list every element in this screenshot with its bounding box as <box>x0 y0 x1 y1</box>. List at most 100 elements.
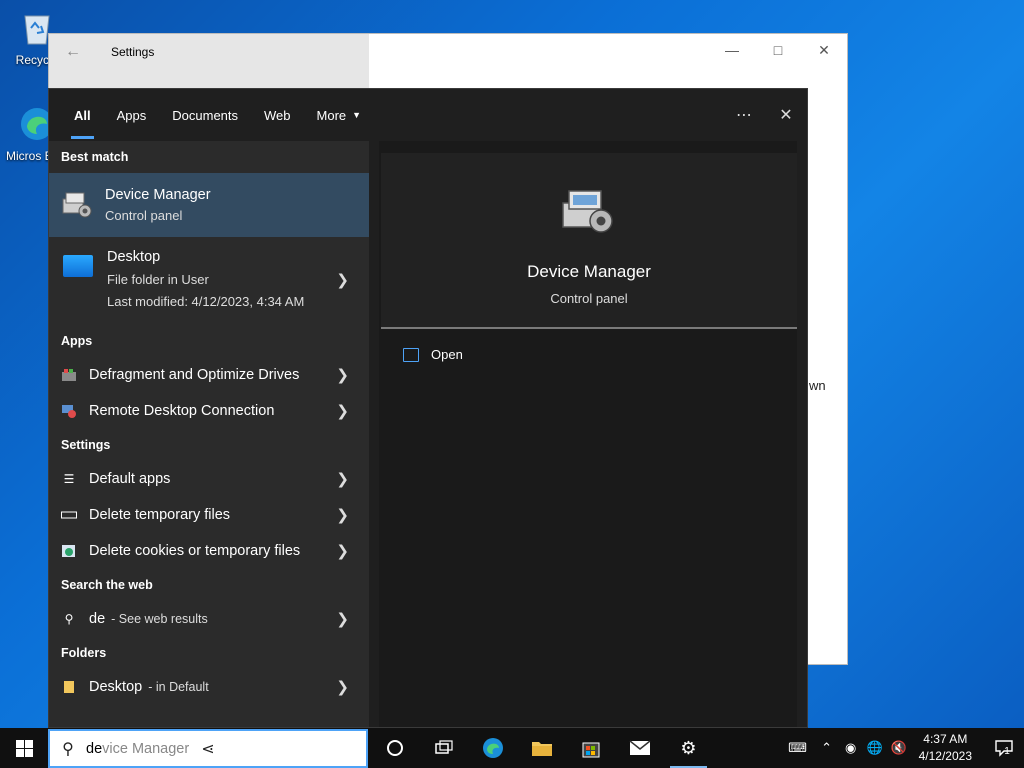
result-subtitle: Control panel <box>105 208 183 223</box>
chevron-right-icon[interactable]: ❯ <box>336 610 349 628</box>
chevron-right-icon[interactable]: ❯ <box>336 402 349 420</box>
result-web-search[interactable]: ⚲ de - See web results ❯ <box>49 601 369 637</box>
tab-label: More <box>316 107 347 123</box>
group-header-apps: Apps <box>61 334 93 348</box>
group-header-folders: Folders <box>61 646 107 660</box>
result-delete-temp-files[interactable]: Delete temporary files ❯ <box>49 497 369 533</box>
result-desktop-folder[interactable]: Desktop File folder in User Last modifie… <box>49 237 369 325</box>
close-search-icon[interactable]: ✕ <box>765 89 807 141</box>
settings-text-snippet: wn <box>809 378 826 393</box>
close-icon[interactable]: ✕ <box>801 34 847 66</box>
windows-logo-icon <box>15 739 33 757</box>
notification-count: 1 <box>1004 745 1010 757</box>
folder-name: Desktop <box>89 679 143 695</box>
file-explorer-icon[interactable] <box>517 728 566 768</box>
device-manager-large-icon <box>562 190 613 233</box>
clock[interactable]: 4:37 AM 4/12/2023 <box>911 731 980 765</box>
mail-icon[interactable] <box>615 728 664 768</box>
result-label: Remote Desktop Connection <box>89 403 275 419</box>
text-cursor-icon: ⋖ <box>201 740 215 758</box>
result-title: Device Manager <box>105 187 211 203</box>
storage-icon <box>61 507 77 523</box>
open-icon <box>403 347 419 362</box>
taskbar-apps: ⚙ <box>370 728 713 768</box>
result-default-apps[interactable]: ☰ Default apps ❯ <box>49 461 369 497</box>
volume-muted-icon[interactable]: 🔇 <box>887 740 911 756</box>
chevron-right-icon[interactable]: ❯ <box>336 271 349 289</box>
best-match-device-manager[interactable]: Device Manager Control panel <box>49 173 369 237</box>
defrag-icon <box>61 367 77 383</box>
folder-icon <box>61 679 77 695</box>
preview-header: Device Manager Control panel <box>381 153 797 329</box>
internet-options-icon <box>61 543 77 559</box>
webcam-icon[interactable]: ◉ <box>839 740 863 756</box>
remote-desktop-icon <box>61 403 77 419</box>
search-scope-bar: All Apps Documents Web More ▼ ⋯ ✕ <box>49 89 807 141</box>
scope-actions: ⋯ ✕ <box>723 89 807 141</box>
result-label: Default apps <box>89 471 171 487</box>
taskbar: ⚲ device Manager ⋖ ⚙ ⌨ ⌃ ◉ 🌐 🔇 4:37 AM <box>0 728 1024 768</box>
chevron-right-icon[interactable]: ❯ <box>336 678 349 696</box>
preview-pane: Device Manager Control panel Open <box>379 141 797 727</box>
clock-date: 4/12/2023 <box>918 749 972 763</box>
store-icon[interactable] <box>566 728 615 768</box>
chevron-right-icon[interactable]: ❯ <box>336 506 349 524</box>
settings-titlebar: ← Settings — □ ✕ <box>49 34 847 94</box>
settings-left-pane <box>49 34 369 94</box>
results-list: Best match Device Manager Control panel … <box>49 141 369 727</box>
web-query: de <box>89 611 106 627</box>
settings-title: Settings <box>111 45 155 59</box>
tab-more[interactable]: More ▼ <box>304 89 375 141</box>
web-suffix: - See web results <box>111 612 208 626</box>
folder-suffix: - in Default <box>148 680 209 694</box>
window-controls: — □ ✕ <box>709 34 847 66</box>
start-button[interactable] <box>0 728 48 768</box>
chevron-right-icon[interactable]: ❯ <box>336 542 349 560</box>
back-arrow-icon[interactable]: ← <box>49 43 97 61</box>
chevron-up-icon[interactable]: ⌃ <box>815 740 839 756</box>
network-globe-icon[interactable]: 🌐 <box>863 740 887 756</box>
action-center-icon[interactable]: 1 <box>980 728 1024 768</box>
list-icon: ☰ <box>63 472 75 486</box>
result-folder-desktop[interactable]: Desktop - in Default ❯ <box>49 669 369 705</box>
search-icon: ⚲ <box>62 740 74 758</box>
result-delete-cookies[interactable]: Delete cookies or temporary files ❯ <box>49 533 369 569</box>
taskbar-search-input[interactable]: ⚲ de vice Manager ⋖ <box>48 729 368 768</box>
chevron-right-icon[interactable]: ❯ <box>336 470 349 488</box>
search-typed-text: de <box>86 740 103 757</box>
more-options-icon[interactable]: ⋯ <box>723 89 765 141</box>
result-label: Delete temporary files <box>89 507 231 523</box>
tab-apps[interactable]: Apps <box>104 89 160 141</box>
open-label: Open <box>431 347 463 362</box>
preview-subtitle: Control panel <box>550 291 628 306</box>
tab-label: Apps <box>116 107 147 123</box>
group-header-best-match: Best match <box>61 150 129 164</box>
chevron-right-icon[interactable]: ❯ <box>336 366 349 384</box>
tab-web[interactable]: Web <box>251 89 304 141</box>
desktop-folder-icon <box>63 255 93 277</box>
cortana-icon[interactable] <box>370 728 419 768</box>
task-view-icon[interactable] <box>419 728 468 768</box>
edge-taskbar-icon[interactable] <box>468 728 517 768</box>
tab-all[interactable]: All <box>61 89 104 141</box>
keyboard-icon[interactable]: ⌨ <box>781 740 815 756</box>
maximize-icon[interactable]: □ <box>755 34 801 66</box>
system-tray: ⌨ ⌃ ◉ 🌐 🔇 4:37 AM 4/12/2023 1 <box>781 728 1024 768</box>
result-defragment[interactable]: Defragment and Optimize Drives ❯ <box>49 357 369 393</box>
result-label: Delete cookies or temporary files <box>89 543 301 559</box>
tab-label: All <box>74 107 91 123</box>
result-remote-desktop[interactable]: Remote Desktop Connection ❯ <box>49 393 369 429</box>
tab-documents[interactable]: Documents <box>159 89 251 141</box>
group-header-settings: Settings <box>61 438 111 452</box>
result-title: Desktop <box>107 249 161 265</box>
search-autocomplete-text: vice Manager <box>102 740 190 757</box>
group-header-web: Search the web <box>61 578 153 592</box>
device-manager-icon <box>62 192 92 218</box>
result-modified: Last modified: 4/12/2023, 4:34 AM <box>107 294 305 309</box>
clock-time: 4:37 AM <box>923 732 968 746</box>
tab-label: Documents <box>172 107 239 123</box>
settings-gear-icon[interactable]: ⚙ <box>664 728 713 768</box>
minimize-icon[interactable]: — <box>709 34 755 66</box>
open-action[interactable]: Open <box>403 347 463 362</box>
search-flyout: All Apps Documents Web More ▼ ⋯ ✕ Best ma… <box>48 88 808 728</box>
